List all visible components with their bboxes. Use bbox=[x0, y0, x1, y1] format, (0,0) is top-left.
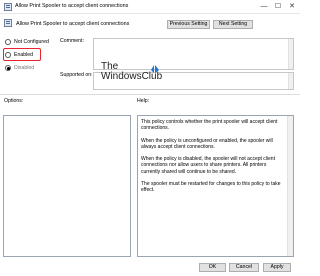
help-label: Help: bbox=[137, 98, 150, 104]
supported-on-label: Supported on: bbox=[60, 72, 93, 78]
radio-not-configured[interactable]: Not Configured bbox=[5, 39, 49, 45]
previous-setting-button[interactable]: Previous Setting bbox=[167, 20, 210, 29]
next-setting-button[interactable]: Next Setting bbox=[213, 20, 253, 29]
close-icon[interactable]: ✕ bbox=[285, 1, 299, 12]
help-paragraph: When the policy is unconfigured or enabl… bbox=[141, 137, 273, 150]
title-bar: Allow Print Spooler to accept client con… bbox=[0, 0, 300, 14]
divider bbox=[0, 94, 300, 95]
policy-app-icon bbox=[4, 3, 12, 11]
cancel-button[interactable]: Cancel bbox=[229, 263, 259, 272]
radio-button[interactable] bbox=[5, 65, 11, 71]
radio-label: Not Configured bbox=[14, 39, 49, 45]
ok-button[interactable]: OK bbox=[199, 263, 226, 272]
radio-label: Disabled bbox=[14, 65, 35, 71]
maximize-icon[interactable]: ☐ bbox=[271, 1, 285, 12]
help-scrollbar[interactable] bbox=[287, 116, 293, 256]
help-paragraph: When the policy is disabled, the spooler… bbox=[141, 156, 275, 175]
window-title: Allow Print Spooler to accept client con… bbox=[15, 3, 129, 9]
apply-button[interactable]: Apply bbox=[263, 263, 291, 272]
radio-button[interactable] bbox=[5, 39, 11, 45]
help-pane: This policy controls whether the print s… bbox=[137, 115, 294, 257]
policy-header: Allow Print Spooler to accept client con… bbox=[0, 14, 300, 34]
watermark-logo-icon bbox=[151, 65, 159, 73]
options-label: Options: bbox=[4, 98, 24, 104]
comment-scrollbar[interactable] bbox=[288, 39, 293, 69]
watermark: The WindowsClub bbox=[101, 61, 181, 86]
help-paragraph: This policy controls whether the print s… bbox=[141, 119, 278, 132]
help-paragraph: The spooler must be restarted for change… bbox=[141, 181, 281, 194]
supported-on-scrollbar[interactable] bbox=[288, 73, 293, 89]
enabled-highlight-box bbox=[3, 48, 41, 61]
radio-disabled[interactable]: Disabled bbox=[5, 65, 34, 71]
comment-label: Comment: bbox=[60, 38, 84, 44]
policy-icon bbox=[4, 19, 12, 27]
options-pane bbox=[3, 115, 131, 257]
minimize-icon[interactable]: — bbox=[257, 1, 271, 12]
policy-name: Allow Print Spooler to accept client con… bbox=[16, 21, 130, 27]
